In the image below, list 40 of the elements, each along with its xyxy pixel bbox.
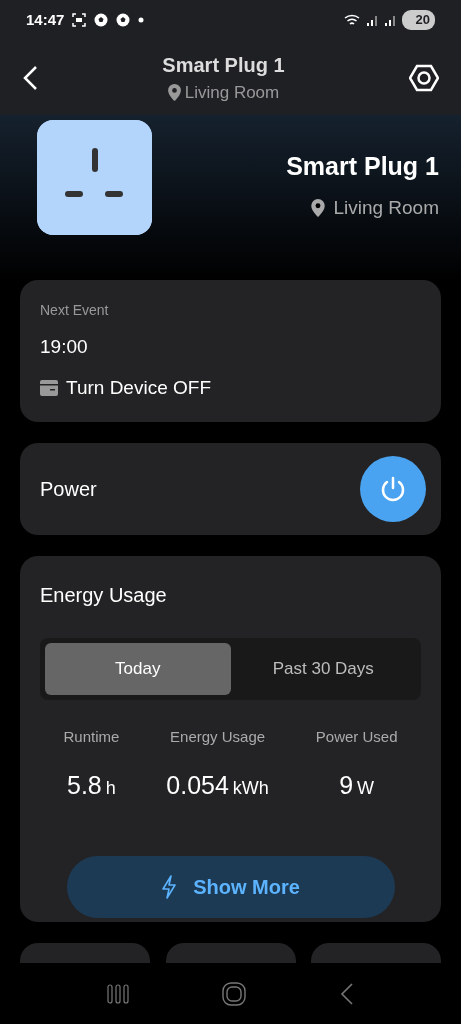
wifi-icon	[343, 13, 362, 27]
stat-value: 9	[339, 769, 354, 801]
location-label: Living Room	[333, 195, 439, 220]
stat-unit: W	[357, 776, 375, 800]
signal-icon	[365, 14, 380, 26]
page-title: Smart Plug 1	[162, 52, 285, 78]
lightning-icon	[161, 875, 178, 899]
event-action: Turn Device OFF	[66, 375, 211, 400]
location-pin-icon	[167, 84, 181, 101]
settings-icon[interactable]	[409, 62, 439, 93]
ball-icon	[94, 13, 109, 27]
device-name: Smart Plug 1	[286, 151, 439, 182]
ball-icon	[116, 13, 131, 27]
home-icon[interactable]	[222, 981, 247, 1006]
power-icon	[379, 475, 407, 503]
stat-label: Runtime	[63, 727, 120, 747]
section-title: Energy Usage	[40, 583, 168, 608]
plug-icon	[37, 120, 152, 235]
period-tab[interactable]: Past 30 Days	[230, 643, 416, 695]
stat-label: Energy Usage	[170, 727, 266, 747]
screenshot-icon	[72, 13, 87, 27]
dot-icon	[138, 17, 145, 23]
recent-apps-icon[interactable]	[106, 983, 129, 1004]
stat-value: 5.8	[67, 769, 102, 801]
event-time: 19:00	[40, 335, 89, 359]
period-tab[interactable]: Today	[45, 643, 231, 695]
power-label: Power	[40, 477, 97, 502]
stat-label: Power Used	[315, 727, 398, 747]
back-icon[interactable]	[22, 64, 38, 91]
battery-level: 20	[401, 10, 435, 30]
location-pin-icon	[311, 198, 326, 217]
stat-unit: h	[105, 776, 116, 800]
show-more-button[interactable]: Show More	[66, 856, 395, 918]
location-label: Living Room	[184, 81, 280, 104]
event-label: Next Event	[40, 301, 110, 320]
status-time: 14:47	[26, 9, 65, 30]
stat-unit: kWh	[232, 776, 269, 800]
signal-icon	[383, 14, 398, 26]
calendar-icon	[40, 378, 58, 397]
stat-value: 0.054	[166, 769, 229, 801]
